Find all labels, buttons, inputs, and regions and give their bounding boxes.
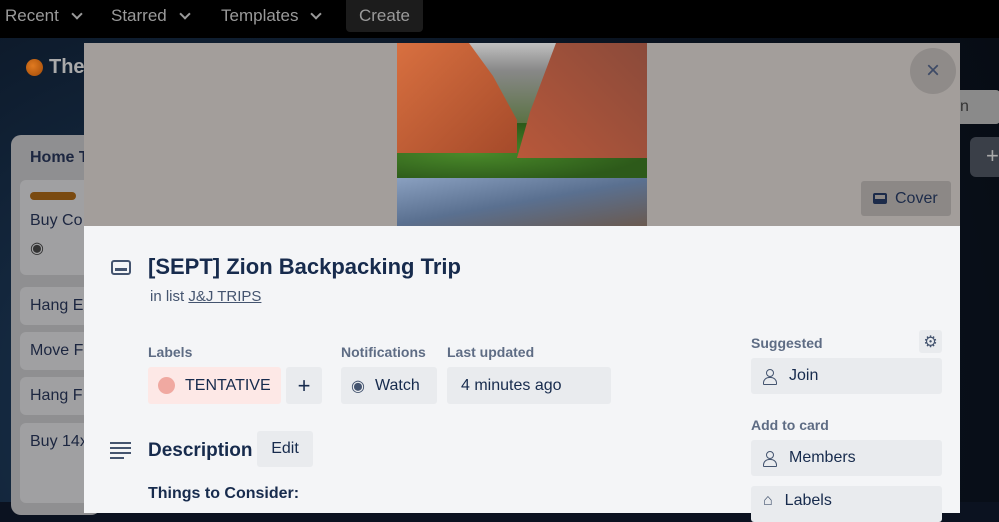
chevron-down-icon xyxy=(179,7,191,20)
list-link[interactable]: J&J TRIPS xyxy=(188,288,261,305)
members-button[interactable]: Members xyxy=(751,440,942,476)
gear-icon[interactable]: ⚙ xyxy=(919,330,942,353)
notifications-heading: Notifications xyxy=(341,344,426,360)
starred-menu[interactable]: Starred xyxy=(111,6,191,26)
description-text: Things to Consider: xyxy=(148,485,300,502)
cover-icon xyxy=(873,193,887,204)
watch-button[interactable]: ◉ Watch xyxy=(341,367,437,404)
labels-heading: Labels xyxy=(148,344,193,360)
label-color-dot xyxy=(158,377,175,394)
orange-emoji-icon xyxy=(26,59,43,76)
chevron-down-icon xyxy=(71,7,83,20)
suggested-heading: Suggested xyxy=(751,335,823,351)
join-label: Join xyxy=(789,367,819,384)
in-list: in list J&J TRIPS xyxy=(150,288,261,305)
top-nav: Recent Starred Templates Create xyxy=(0,0,999,38)
edit-description-button[interactable]: Edit xyxy=(257,431,313,467)
card-cover: × Cover xyxy=(84,43,960,226)
person-icon xyxy=(763,451,777,467)
card-icon xyxy=(111,260,131,275)
last-updated-heading: Last updated xyxy=(447,344,535,360)
eye-icon: ◉ xyxy=(351,377,365,395)
add-list-button[interactable]: + xyxy=(970,137,999,177)
in-list-prefix: in list xyxy=(150,288,185,305)
label-tentative[interactable]: TENTATIVE xyxy=(148,367,281,404)
cover-button[interactable]: Cover xyxy=(861,181,951,216)
board-title-text: The xyxy=(49,56,85,78)
cover-label: Cover xyxy=(895,189,938,207)
recent-menu[interactable]: Recent xyxy=(5,6,83,26)
board-title[interactable]: The xyxy=(26,56,85,79)
join-button[interactable]: Join xyxy=(751,358,942,394)
recent-label: Recent xyxy=(5,6,59,25)
watch-label: Watch xyxy=(374,376,420,394)
add-label-button[interactable]: + xyxy=(286,367,322,404)
close-button[interactable]: × xyxy=(910,48,956,94)
labels-button[interactable]: ⌂ Labels xyxy=(751,486,942,522)
card-detail-modal: × Cover [SEPT] Zion Backpacking Trip in … xyxy=(84,43,960,522)
labels-label: Labels xyxy=(784,492,832,509)
list-title[interactable]: Home T xyxy=(30,149,89,167)
cover-image xyxy=(397,43,647,226)
label-text: TENTATIVE xyxy=(185,376,271,394)
tag-icon: ⌂ xyxy=(763,492,773,509)
templates-label: Templates xyxy=(221,6,299,25)
chevron-down-icon xyxy=(310,7,323,20)
description-icon xyxy=(110,442,131,462)
card-label-bar xyxy=(30,192,76,200)
add-to-card-heading: Add to card xyxy=(751,417,829,433)
description-heading: Description xyxy=(148,440,253,461)
templates-menu[interactable]: Templates xyxy=(221,6,323,26)
members-label: Members xyxy=(789,449,856,466)
card-title[interactable]: [SEPT] Zion Backpacking Trip xyxy=(148,254,461,280)
create-button[interactable]: Create xyxy=(346,0,423,32)
person-icon xyxy=(763,369,777,385)
close-icon: × xyxy=(925,57,940,84)
last-updated-value: 4 minutes ago xyxy=(447,367,611,404)
starred-label: Starred xyxy=(111,6,167,25)
